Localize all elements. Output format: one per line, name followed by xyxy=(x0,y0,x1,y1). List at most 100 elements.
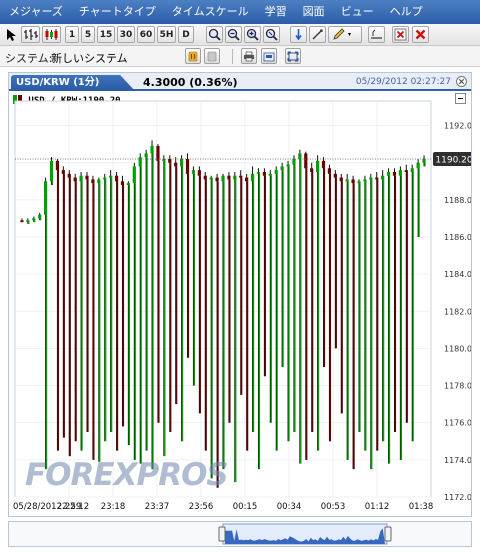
candle-body xyxy=(392,172,397,176)
candle-body xyxy=(79,175,83,182)
line-tool-icon xyxy=(312,29,323,40)
candle-body xyxy=(422,159,426,163)
x-tick-label: 00:15 xyxy=(233,502,258,512)
candle-body xyxy=(49,160,54,182)
menu-drawing[interactable]: 図面 xyxy=(295,0,333,24)
candle-body xyxy=(109,175,113,178)
horizontal-line-tool-button[interactable] xyxy=(368,26,385,43)
forexpros-watermark: FOREXPROS xyxy=(25,457,229,493)
system-pause-button[interactable] xyxy=(185,48,201,64)
fibonacci-tool-button[interactable] xyxy=(309,26,326,43)
candle-body xyxy=(85,175,89,180)
candle-body xyxy=(114,175,119,182)
pointer-tool-button[interactable] xyxy=(3,26,19,43)
y-tick-label: 1172.00 xyxy=(444,493,471,502)
zoom-in-button[interactable] xyxy=(244,26,261,43)
system-bar: システム: 新しいシステム xyxy=(0,46,480,67)
delete-all-button[interactable] xyxy=(412,26,429,43)
x-tick-label: 01:38 xyxy=(409,502,434,512)
timeframe-5m-button[interactable]: 5 xyxy=(81,26,95,43)
timeframe-1m-button[interactable]: 1 xyxy=(65,26,79,43)
system-label: システム: xyxy=(5,52,53,65)
zoom-fit-icon xyxy=(265,28,278,41)
candle-body xyxy=(67,173,71,178)
draw-pencil-dropdown[interactable] xyxy=(328,26,362,43)
bar-chart-type-button[interactable] xyxy=(21,26,40,43)
candle-body xyxy=(410,168,414,172)
candle-body xyxy=(416,162,420,169)
candle-chart-type-button[interactable] xyxy=(42,26,61,43)
menu-learning[interactable]: 学習 xyxy=(257,0,295,24)
delete-box-icon xyxy=(394,28,407,41)
scroller-left-handle[interactable] xyxy=(218,526,226,542)
chart-panel: USD/KRW (1分) 4.3000 (0.36%) 05/29/2012 0… xyxy=(8,72,472,517)
timeframe-30m-button[interactable]: 30 xyxy=(117,26,135,43)
candle-body xyxy=(103,177,107,180)
toolbar: 1 5 15 30 60 5H D xyxy=(0,24,480,46)
x-tick-label: 22:59 xyxy=(57,502,82,512)
candle-body xyxy=(345,179,349,182)
y-tick-label: 1186.00 xyxy=(444,233,471,242)
print-button[interactable] xyxy=(241,48,257,64)
zoom-area-icon xyxy=(208,28,221,41)
y-tick-label: 1178.00 xyxy=(444,382,471,391)
system-value[interactable]: 新しいシステム xyxy=(51,50,128,66)
menu-chart-type[interactable]: チャートタイプ xyxy=(71,0,164,24)
x-tick-label: 00:34 xyxy=(277,502,302,512)
candle-body xyxy=(404,170,408,172)
candle-body xyxy=(55,160,60,171)
zoom-area-button[interactable] xyxy=(206,26,223,43)
zoom-out-button[interactable] xyxy=(225,26,242,43)
candle-body xyxy=(32,218,36,221)
candle-body xyxy=(339,177,343,182)
chart-scroller[interactable] xyxy=(8,521,472,547)
candle-body xyxy=(298,153,302,159)
candle-body xyxy=(26,220,30,223)
candle-body xyxy=(97,179,101,184)
menu-time-scale[interactable]: タイムスケール xyxy=(164,0,257,24)
candle-body xyxy=(144,153,148,158)
stop-icon xyxy=(207,51,217,61)
candlestick-chart[interactable]: 1192.001190.001188.001186.001184.001182.… xyxy=(9,73,471,516)
candle-body xyxy=(304,153,308,169)
scroller-overview xyxy=(218,523,392,545)
y-tick-label: 1174.00 xyxy=(444,456,471,465)
candle-body xyxy=(73,177,77,182)
pencil-dropdown-icon xyxy=(333,28,351,40)
delete-selected-button[interactable] xyxy=(392,26,409,43)
candle-body xyxy=(239,175,243,178)
menu-bar: メジャーズ チャートタイプ タイムスケール 学習 図面 ビュー ヘルプ xyxy=(0,0,480,24)
timeframe-daily-button[interactable]: D xyxy=(178,26,194,43)
candle-body xyxy=(321,160,326,169)
candle-body xyxy=(44,181,48,215)
zoom-in-icon xyxy=(246,28,259,41)
timeframe-15m-button[interactable]: 15 xyxy=(97,26,115,43)
candle-body xyxy=(386,172,391,176)
candle-body xyxy=(180,159,184,167)
candle-body xyxy=(274,170,278,174)
toolbar-separator xyxy=(232,49,233,64)
candle-body xyxy=(227,175,231,180)
fullscreen-button[interactable] xyxy=(285,48,301,64)
menu-view[interactable]: ビュー xyxy=(333,0,382,24)
system-stop-button[interactable] xyxy=(204,48,220,64)
menu-measures[interactable]: メジャーズ xyxy=(0,0,71,24)
y-tick-label: 1192.00 xyxy=(444,122,471,131)
arrow-down-line-icon xyxy=(295,29,302,41)
timeframe-5h-button[interactable]: 5H xyxy=(157,26,176,43)
zoom-reset-button[interactable] xyxy=(263,26,280,43)
candle-body xyxy=(280,166,284,171)
save-image-button[interactable] xyxy=(261,48,277,64)
fullscreen-icon xyxy=(287,51,299,61)
timeframe-60m-button[interactable]: 60 xyxy=(137,26,155,43)
candle-body xyxy=(150,146,154,154)
menu-help[interactable]: ヘルプ xyxy=(382,0,431,24)
y-tick-label: 1182.00 xyxy=(444,307,471,316)
scroller-right-handle[interactable] xyxy=(384,526,392,542)
candlestick-icon xyxy=(45,29,58,40)
candle-body xyxy=(233,175,237,180)
x-tick-label: 23:18 xyxy=(101,502,126,512)
candle-body xyxy=(245,177,249,182)
candle-body xyxy=(333,173,337,178)
trend-line-tool-button[interactable] xyxy=(290,26,307,43)
